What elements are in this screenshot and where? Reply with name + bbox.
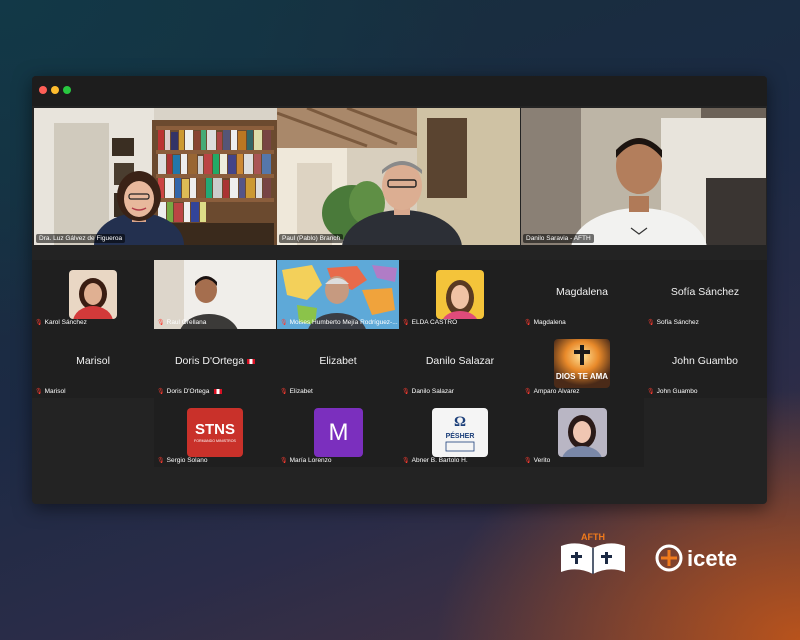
participant-tile[interactable]: 🎙 Moises Humberto Mejía Rodríguez-...	[277, 260, 399, 329]
maximize-window-button[interactable]	[63, 86, 71, 94]
mic-muted-icon: 🎙	[524, 320, 532, 326]
peru-flag-icon	[247, 358, 256, 364]
mic-muted-icon: 🎙	[280, 320, 288, 326]
avatar: STNS FORMANDO MINISTROS	[187, 408, 243, 457]
meeting-window: Dra. Luz Gálvez de Figueroa Paul (Pablo)…	[32, 76, 767, 504]
avatar-initial: M	[328, 418, 349, 446]
participant-tile[interactable]: 🎙 Verito	[521, 398, 643, 467]
avatar-text: DIOS TE AMA	[556, 372, 608, 381]
mic-muted-icon: 🎙	[402, 320, 410, 326]
participant-name-label: 🎙 Amparo Alvarez	[524, 388, 580, 395]
participant-display-name: John Guambo	[672, 355, 738, 367]
afth-logo-text: AFTH	[581, 532, 605, 542]
mic-muted-icon: 🎙	[35, 320, 43, 326]
participant-name-label: 🎙 Verito	[524, 457, 551, 464]
participant-name-label: 🎙 Doris D'Ortega	[157, 388, 223, 395]
mic-muted-icon: 🎙	[157, 458, 165, 464]
participant-video	[34, 108, 277, 245]
participant-name-label: 🎙 Abner B. Bartolo H.	[402, 457, 468, 464]
peru-flag-icon	[214, 389, 223, 394]
participant-tile[interactable]: 🎙 Karol Sánchez	[32, 260, 154, 329]
participant-tile[interactable]: John Guambo 🎙 John Guambo	[644, 329, 766, 398]
participant-video	[277, 108, 520, 245]
participant-video	[521, 108, 766, 245]
video-tile-featured-2[interactable]: Paul (Pablo) Branch	[277, 108, 520, 245]
participant-display-name: Magdalena	[556, 286, 608, 298]
avatar: DIOS TE AMA	[554, 339, 610, 388]
mic-muted-icon: 🎙	[35, 389, 43, 395]
avatar	[558, 408, 607, 457]
participant-name-label: 🎙 María Lorenzo	[280, 457, 332, 464]
avatar: Ω PÉSHER	[432, 408, 488, 457]
participant-name-label: 🎙 Sofía Sánchez	[647, 319, 699, 326]
mic-muted-icon: 🎙	[280, 458, 288, 464]
icete-logo: icete	[655, 538, 755, 578]
participant-tile[interactable]: Ω PÉSHER 🎙 Abner B. Bartolo H.	[399, 398, 521, 467]
avatar	[436, 270, 484, 319]
participant-display-name: Elizabet	[319, 355, 357, 367]
title-bar	[32, 76, 767, 106]
mic-muted-icon: 🎙	[157, 320, 165, 326]
participant-name-label: Paul (Pablo) Branch	[279, 234, 344, 243]
participant-name-label: 🎙 Magdalena	[524, 319, 566, 326]
participant-tile[interactable]: Danilo Salazar 🎙 Danilo Salazar	[399, 329, 521, 398]
participant-tile[interactable]: Elizabet 🎙 Elizabet	[277, 329, 399, 398]
avatar	[69, 270, 117, 319]
avatar-subtext: FORMANDO MINISTROS	[194, 439, 237, 443]
participant-tile[interactable]: 🎙 Raul Orellana	[154, 260, 276, 329]
participant-name-label: 🎙 Elizabet	[280, 388, 313, 395]
avatar-text: PÉSHER	[446, 431, 475, 440]
video-tile-featured-3-active-speaker[interactable]: Danilo Saravia - AFTH	[521, 108, 766, 245]
participant-display-name: Doris D'Ortega	[154, 355, 276, 367]
mic-muted-icon: 🎙	[402, 458, 410, 464]
participant-display-name: Sofía Sánchez	[670, 286, 740, 298]
mic-muted-icon: 🎙	[524, 458, 532, 464]
participant-name-label: 🎙 Marisol	[35, 388, 66, 395]
participant-tile[interactable]: Marisol 🎙 Marisol	[32, 329, 154, 398]
participant-tile[interactable]: Magdalena 🎙 Magdalena	[521, 260, 643, 329]
afth-logo: AFTH	[555, 530, 631, 580]
participant-name-label: 🎙 Karol Sánchez	[35, 319, 87, 326]
participant-tile[interactable]: STNS FORMANDO MINISTROS 🎙 Sergio Solano	[154, 398, 276, 467]
participant-tile[interactable]: M 🎙 María Lorenzo	[277, 398, 399, 467]
participant-name-label: 🎙 Sergio Solano	[157, 457, 208, 464]
avatar-text: STNS	[195, 421, 235, 438]
mic-muted-icon: 🎙	[647, 320, 655, 326]
participant-display-name: Danilo Salazar	[425, 355, 495, 367]
participant-tile[interactable]: 🎙 ELDA CASTRO	[399, 260, 521, 329]
participant-tile[interactable]: Doris D'Ortega 🎙 Doris D'Ortega	[154, 329, 276, 398]
close-window-button[interactable]	[39, 86, 47, 94]
participant-name-label: Dra. Luz Gálvez de Figueroa	[36, 234, 126, 243]
participant-tile[interactable]: Sofía Sánchez 🎙 Sofía Sánchez	[644, 260, 766, 329]
icete-logo-text: icete	[687, 546, 737, 571]
mic-muted-icon: 🎙	[402, 389, 410, 395]
avatar: M	[314, 408, 363, 457]
participant-name-label: 🎙 John Guambo	[647, 388, 698, 395]
svg-text:Ω: Ω	[454, 414, 466, 430]
participant-name-label: 🎙 ELDA CASTRO	[402, 319, 458, 326]
participant-name-label: Danilo Saravia - AFTH	[523, 234, 594, 243]
participant-display-name: Marisol	[76, 355, 110, 367]
mic-muted-icon: 🎙	[157, 389, 165, 395]
participant-name-label: 🎙 Raul Orellana	[157, 319, 207, 326]
participant-tile[interactable]: DIOS TE AMA 🎙 Amparo Alvarez	[521, 329, 643, 398]
mic-muted-icon: 🎙	[647, 389, 655, 395]
participant-name-label: 🎙 Moises Humberto Mejía Rodríguez-...	[280, 319, 398, 326]
minimize-window-button[interactable]	[51, 86, 59, 94]
video-tile-featured-1[interactable]: Dra. Luz Gálvez de Figueroa	[34, 108, 277, 245]
participant-name-label: 🎙 Danilo Salazar	[402, 388, 454, 395]
mic-muted-icon: 🎙	[524, 389, 532, 395]
mic-muted-icon: 🎙	[280, 389, 288, 395]
